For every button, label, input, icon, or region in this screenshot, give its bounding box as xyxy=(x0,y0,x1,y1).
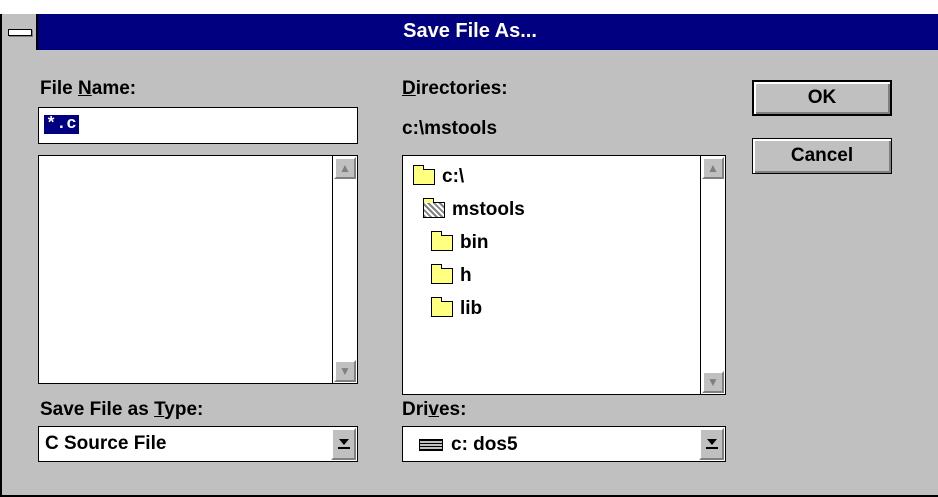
drives-dropdown[interactable]: c: dos5 xyxy=(402,426,726,462)
scroll-down-arrow-icon[interactable]: ▼ xyxy=(334,360,356,382)
dropdown-arrow-icon[interactable] xyxy=(331,428,356,460)
window-title: Save File As... xyxy=(403,20,537,42)
directory-list[interactable]: c:\ mstools bin h lib ▲ ▼ xyxy=(402,155,726,395)
title-bar[interactable]: Save File As... xyxy=(2,14,938,50)
directory-item[interactable]: c:\ xyxy=(413,165,464,188)
folder-icon xyxy=(431,264,453,284)
save-type-dropdown[interactable]: C Source File xyxy=(38,426,358,462)
save-type-value: C Source File xyxy=(45,433,167,454)
save-type-label: Save File as Type: xyxy=(40,399,204,420)
file-name-label: File Name: xyxy=(40,78,137,99)
open-folder-icon xyxy=(413,165,435,185)
directory-item[interactable]: mstools xyxy=(423,198,525,221)
directory-list-scrollbar[interactable]: ▲ ▼ xyxy=(700,156,725,394)
file-list[interactable]: ▲ ▼ xyxy=(38,155,358,384)
folder-icon xyxy=(431,231,453,251)
directory-item[interactable]: lib xyxy=(431,297,482,320)
drives-label: Drives: xyxy=(402,399,467,420)
file-list-scrollbar[interactable]: ▲ ▼ xyxy=(332,156,357,383)
folder-icon xyxy=(431,297,453,317)
directory-item[interactable]: h xyxy=(431,264,472,287)
scroll-up-arrow-icon[interactable]: ▲ xyxy=(702,157,724,179)
ok-button[interactable]: OK xyxy=(752,80,892,116)
file-name-value: *.c xyxy=(44,115,79,134)
current-directory-path: c:\mstools xyxy=(402,118,498,139)
hard-drive-icon xyxy=(419,439,443,451)
scroll-up-arrow-icon[interactable]: ▲ xyxy=(334,157,356,179)
directories-label: Directories: xyxy=(402,78,508,99)
directory-item[interactable]: bin xyxy=(431,231,489,254)
scroll-down-arrow-icon[interactable]: ▼ xyxy=(702,371,724,393)
file-name-input[interactable]: *.c xyxy=(38,107,358,144)
cancel-button[interactable]: Cancel xyxy=(752,138,892,174)
drives-value: c: dos5 xyxy=(419,434,518,456)
dropdown-arrow-icon[interactable] xyxy=(699,428,724,460)
open-folder-selected-icon xyxy=(423,198,445,218)
save-file-as-dialog: Save File As... File Name: *.c ▲ ▼ Direc… xyxy=(0,14,938,497)
